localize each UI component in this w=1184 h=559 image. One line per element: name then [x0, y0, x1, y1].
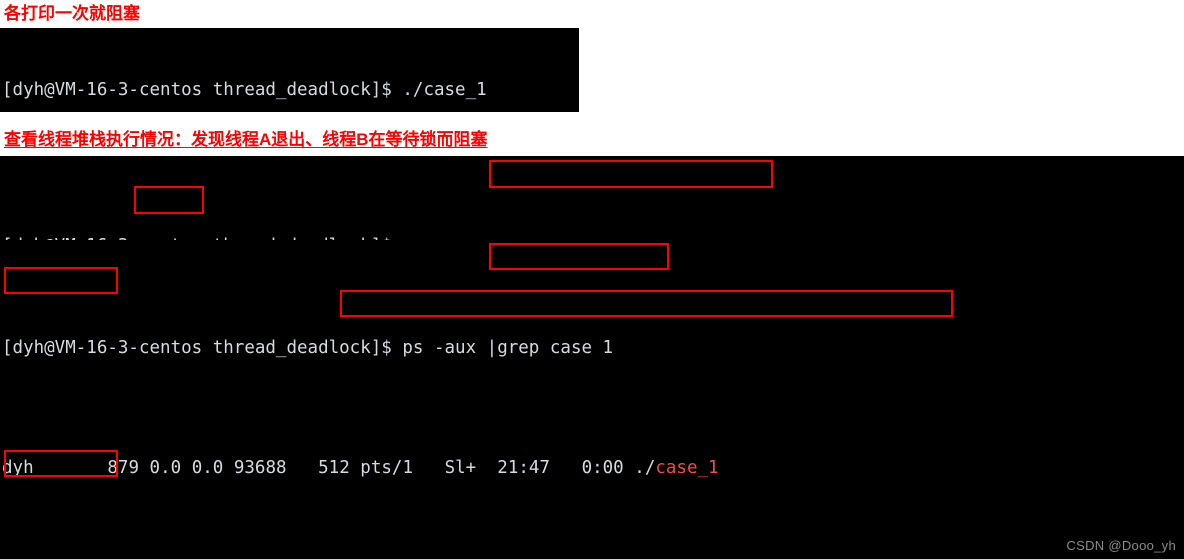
terminal-output-pstack: [dyh@VM-16-3-centos thread_deadlock]$ [d… [0, 156, 1184, 559]
shell-prompt: [dyh@VM-16-3-centos thread_deadlock]$ [2, 338, 403, 358]
terminal-line: [dyh@VM-16-3-centos thread_deadlock]$ ./… [2, 78, 579, 102]
shell-command: ./case_1 [402, 80, 487, 100]
shell-prompt: [dyh@VM-16-3-centos thread_deadlock]$ [2, 80, 403, 100]
annotation-heading-inspect-thread-stacks: 查看线程堆栈执行情况：发现线程A退出、线程B在等待锁而阻塞 [4, 130, 488, 149]
ps-row-columns: dyh 879 0.0 0.0 93688 512 pts/1 Sl+ 21:4… [2, 458, 656, 478]
terminal-output-run-case1: [dyh@VM-16-3-centos thread_deadlock]$ ./… [0, 28, 579, 112]
terminal-line-clipped: [dyh@VM-16-3-centos thread_deadlock]$ [2, 234, 1184, 240]
ps-command-text: ps -aux |grep case 1 [402, 338, 614, 358]
terminal-line-ps-command: [dyh@VM-16-3-centos thread_deadlock]$ ps… [2, 336, 1184, 360]
csdn-watermark: CSDN @Dooo_yh [1066, 538, 1176, 553]
terminal-text-clipped: [dyh@VM-16-3-centos thread_deadlock]$ [2, 236, 402, 240]
annotation-heading-print-once-then-block: 各打印一次就阻塞 [4, 4, 140, 23]
grep-highlight-match: case_1 [655, 458, 719, 478]
ps-output-row: dyh 879 0.0 0.0 93688 512 pts/1 Sl+ 21:4… [2, 456, 1184, 480]
